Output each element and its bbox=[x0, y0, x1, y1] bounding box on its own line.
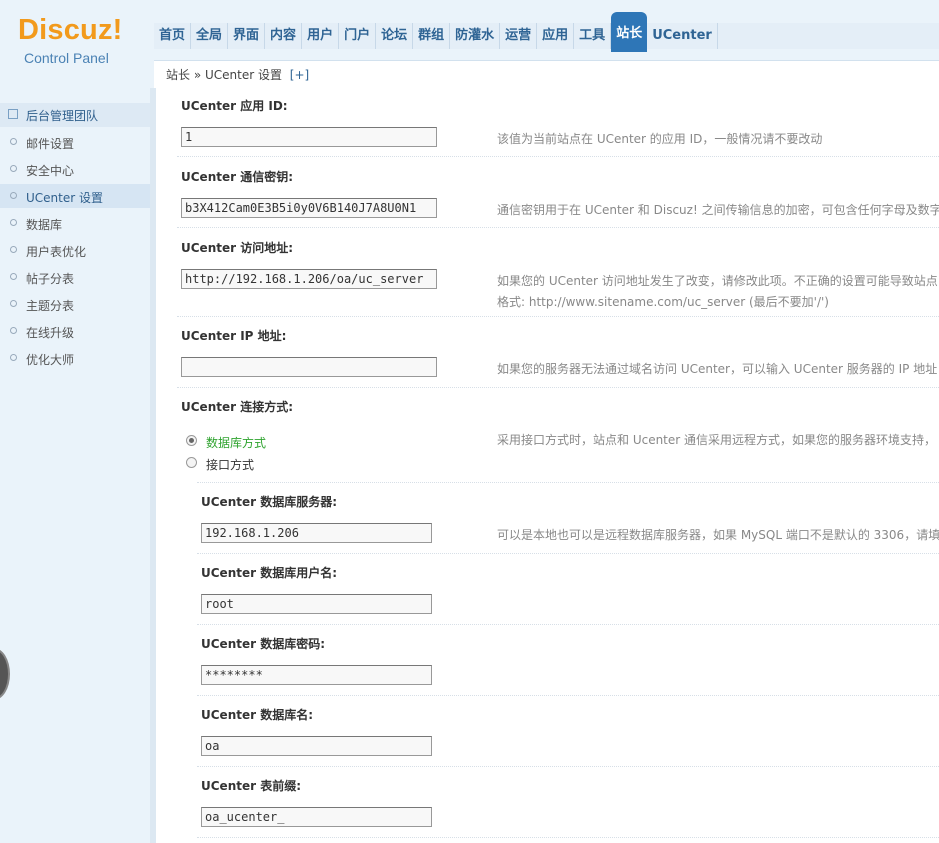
divider bbox=[177, 387, 939, 388]
radio-api-mode-label[interactable]: 接口方式 bbox=[206, 456, 254, 473]
db-user-input[interactable]: root bbox=[201, 594, 432, 614]
ucenter-url-input[interactable]: http://192.168.1.206/oa/uc_server bbox=[181, 269, 437, 289]
bullet-icon bbox=[10, 246, 17, 253]
sidebar-item-usertable[interactable]: 用户表优化 bbox=[0, 238, 150, 262]
sidebar-group-admin-team[interactable]: 后台管理团队 bbox=[0, 103, 150, 127]
sidebar-item-ucenter[interactable]: UCenter 设置 bbox=[0, 184, 150, 208]
bullet-icon bbox=[10, 327, 17, 334]
nav-item-portal[interactable]: 门户 bbox=[339, 23, 377, 49]
settings-form: UCenter 应用 ID: 1 该值为当前站点在 UCenter 的应用 ID… bbox=[156, 89, 939, 843]
connect-mode-tip: 采用接口方式时，站点和 Ucenter 通信采用远程方式，如果您的服务器环境支持… bbox=[497, 433, 937, 447]
ucenter-url-label: UCenter 访问地址: bbox=[181, 241, 294, 255]
sidebar-item-mail[interactable]: 邮件设置 bbox=[0, 130, 150, 154]
divider bbox=[197, 553, 939, 554]
nav-item-style[interactable]: 界面 bbox=[228, 23, 266, 49]
sidebar-item-label: 帖子分表 bbox=[26, 272, 75, 286]
logo-subtitle: Control Panel bbox=[24, 50, 109, 66]
table-prefix-label: UCenter 表前缀: bbox=[201, 779, 302, 793]
nav-item-operation[interactable]: 运营 bbox=[500, 23, 538, 49]
breadcrumb: 站长 » UCenter 设置 [+] bbox=[166, 66, 309, 83]
add-shortcut-link[interactable]: [+] bbox=[290, 68, 309, 82]
header: Discuz! Control Panel 首页 全局 界面 内容 用户 门户 … bbox=[0, 0, 939, 89]
logo-text: Discuz! bbox=[18, 14, 123, 46]
divider bbox=[177, 316, 939, 317]
db-password-label: UCenter 数据库密码: bbox=[201, 637, 326, 651]
ucenter-url-format-tip: 格式: http://www.sitename.com/uc_server (最… bbox=[497, 295, 829, 309]
bullet-icon bbox=[10, 138, 17, 145]
divider bbox=[197, 766, 939, 767]
sidebar-item-label: 邮件设置 bbox=[26, 137, 75, 151]
nav-item-user[interactable]: 用户 bbox=[302, 23, 340, 49]
divider bbox=[197, 837, 939, 838]
db-host-input[interactable]: 192.168.1.206 bbox=[201, 523, 432, 543]
ucenter-url-tip: 如果您的 UCenter 访问地址发生了改变，请修改此项。不正确的设置可能导致站… bbox=[497, 274, 938, 288]
db-user-label: UCenter 数据库用户名: bbox=[201, 566, 338, 580]
sidebar-item-label: 安全中心 bbox=[26, 164, 75, 178]
nav-item-group[interactable]: 群组 bbox=[413, 23, 451, 49]
sidebar-item-database[interactable]: 数据库 bbox=[0, 211, 150, 235]
db-host-label: UCenter 数据库服务器: bbox=[201, 495, 338, 509]
connect-mode-label: UCenter 连接方式: bbox=[181, 400, 294, 414]
ucenter-ip-input[interactable] bbox=[181, 357, 437, 377]
sidebar: 后台管理团队 邮件设置 安全中心 UCenter 设置 数据库 用户表优化 帖子… bbox=[0, 88, 156, 843]
comm-key-tip: 通信密钥用于在 UCenter 和 Discuz! 之间传输信息的加密，可包含任… bbox=[497, 203, 939, 217]
sidebar-group-label: 后台管理团队 bbox=[26, 109, 99, 123]
radio-database-mode[interactable] bbox=[186, 435, 197, 446]
divider bbox=[197, 482, 939, 483]
table-prefix-input[interactable]: oa_ucenter_ bbox=[201, 807, 432, 827]
sidebar-item-label: 在线升级 bbox=[26, 326, 75, 340]
nav-item-home[interactable]: 首页 bbox=[154, 23, 192, 49]
nav-item-founder[interactable]: 站长 bbox=[611, 12, 648, 52]
sidebar-item-label: 主题分表 bbox=[26, 299, 75, 313]
db-host-tip: 可以是本地也可以是远程数据库服务器，如果 MySQL 端口不是默认的 3306，… bbox=[497, 528, 939, 542]
logo: Discuz! bbox=[18, 14, 123, 47]
sidebar-item-label: UCenter 设置 bbox=[26, 191, 103, 205]
sidebar-item-post-split[interactable]: 帖子分表 bbox=[0, 265, 150, 289]
external-link-icon bbox=[8, 109, 18, 119]
app-id-tip: 该值为当前站点在 UCenter 的应用 ID，一般情况请不要改动 bbox=[497, 132, 823, 146]
bullet-icon bbox=[10, 192, 17, 199]
divider bbox=[197, 624, 939, 625]
nav-item-global[interactable]: 全局 bbox=[191, 23, 229, 49]
radio-database-mode-label[interactable]: 数据库方式 bbox=[206, 434, 266, 451]
sidebar-item-upgrade[interactable]: 在线升级 bbox=[0, 319, 150, 343]
divider bbox=[197, 695, 939, 696]
app-id-input[interactable]: 1 bbox=[181, 127, 437, 147]
bullet-icon bbox=[10, 273, 17, 280]
nav-item-content[interactable]: 内容 bbox=[265, 23, 303, 49]
top-nav: 首页 全局 界面 内容 用户 门户 论坛 群组 防灌水 运营 应用 工具 站长 … bbox=[154, 12, 718, 52]
bullet-icon bbox=[10, 300, 17, 307]
comm-key-label: UCenter 通信密钥: bbox=[181, 170, 294, 184]
divider bbox=[177, 156, 939, 157]
db-password-input[interactable]: ******** bbox=[201, 665, 432, 685]
comm-key-input[interactable]: b3X412Cam0E3B5i0y0V6B140J7A8U0N1 bbox=[181, 198, 437, 218]
ucenter-ip-tip: 如果您的服务器无法通过域名访问 UCenter，可以输入 UCenter 服务器… bbox=[497, 362, 938, 376]
sidebar-item-thread-split[interactable]: 主题分表 bbox=[0, 292, 150, 316]
bullet-icon bbox=[10, 165, 17, 172]
bullet-icon bbox=[10, 219, 17, 226]
nav-item-antispam[interactable]: 防灌水 bbox=[450, 23, 501, 49]
divider bbox=[177, 227, 939, 228]
nav-item-forum[interactable]: 论坛 bbox=[376, 23, 414, 49]
bullet-icon bbox=[10, 354, 17, 361]
sidebar-item-label: 数据库 bbox=[26, 218, 63, 232]
sidebar-item-security[interactable]: 安全中心 bbox=[0, 157, 150, 181]
db-name-input[interactable]: oa bbox=[201, 736, 432, 756]
app-id-label: UCenter 应用 ID: bbox=[181, 99, 288, 113]
radio-api-mode[interactable] bbox=[186, 457, 197, 468]
nav-item-tools[interactable]: 工具 bbox=[574, 23, 612, 49]
db-name-label: UCenter 数据库名: bbox=[201, 708, 314, 722]
sidebar-item-label: 用户表优化 bbox=[26, 245, 87, 259]
nav-item-ucenter[interactable]: UCenter bbox=[647, 23, 718, 49]
sidebar-item-optimizer[interactable]: 优化大师 bbox=[0, 346, 150, 370]
nav-item-apps[interactable]: 应用 bbox=[537, 23, 575, 49]
breadcrumb-text: 站长 » UCenter 设置 bbox=[166, 68, 282, 82]
ucenter-ip-label: UCenter IP 地址: bbox=[181, 329, 287, 343]
sidebar-item-label: 优化大师 bbox=[26, 353, 75, 367]
